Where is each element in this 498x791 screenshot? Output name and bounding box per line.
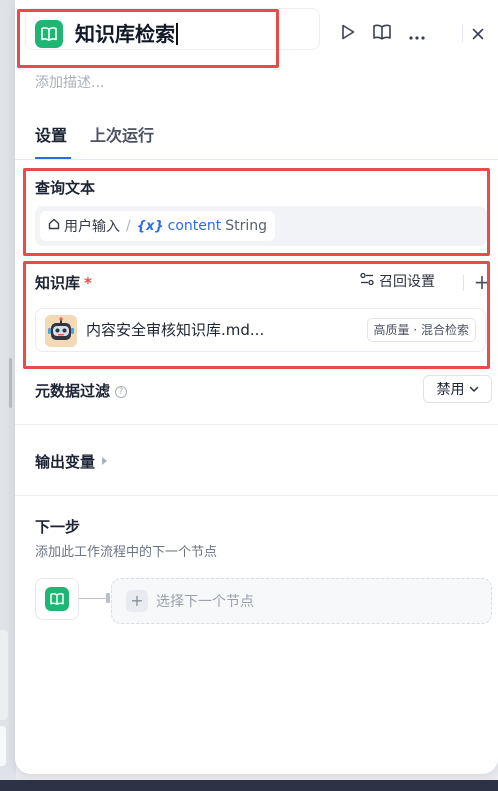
section-divider [15, 424, 498, 425]
robot-avatar-icon [45, 315, 77, 347]
add-knowledge-button[interactable]: + [471, 271, 493, 293]
query-text-label: 查询文本 [35, 179, 96, 197]
close-button[interactable] [467, 23, 489, 45]
node-connector [79, 598, 109, 599]
variable-icon: {x} [136, 218, 164, 234]
caret-right-icon [102, 457, 108, 465]
tab-settings[interactable]: 设置 [35, 124, 67, 148]
more-button[interactable] [406, 23, 428, 45]
output-variables-toggle[interactable]: 输出变量 [35, 451, 108, 472]
more-horizontal-icon [409, 25, 425, 44]
variable-chip[interactable]: 用户输入 / {x} content String [40, 211, 276, 241]
required-mark: * [84, 274, 92, 292]
recall-settings-label: 召回设置 [379, 274, 435, 290]
knowledge-item[interactable]: 内容安全审核知识库.md... 高质量 · 混合检索 [35, 308, 486, 352]
metadata-filter-select[interactable]: 禁用 [423, 375, 492, 403]
variable-name: content [167, 218, 222, 234]
play-icon [341, 24, 355, 44]
header-divider [462, 24, 463, 42]
chevron-down-icon [469, 381, 479, 397]
tab-last-run[interactable]: 上次运行 [90, 124, 154, 148]
knowledge-label: 知识库 * [35, 274, 92, 292]
variable-source: 用户输入 [64, 219, 120, 235]
home-icon [48, 218, 60, 234]
plus-icon: + [126, 590, 148, 612]
help-docs-button[interactable] [371, 23, 393, 45]
panel-resize-handle[interactable] [9, 358, 12, 408]
knowledge-name: 内容安全审核知识库.md... [86, 321, 265, 339]
connector-handle [106, 593, 110, 603]
book-open-icon [35, 20, 63, 48]
node-settings-panel: 知识库检索 添加描述... 设置 上次运行 查询文本 用户输入 / {x} co… [15, 0, 498, 774]
current-node-icon [35, 578, 79, 620]
section-divider [15, 495, 498, 496]
bottom-bar [0, 780, 498, 791]
settings-sliders-icon [360, 272, 374, 290]
recall-settings-button[interactable]: 召回设置 [360, 271, 435, 291]
variable-type: String [225, 218, 268, 234]
book-open-icon [45, 587, 69, 611]
book-icon [373, 24, 391, 44]
close-icon [472, 25, 484, 44]
next-step-label: 下一步 [35, 518, 81, 536]
retrieval-mode-badge: 高质量 · 混合检索 [366, 318, 476, 342]
select-next-node-label: 选择下一个节点 [156, 594, 254, 610]
help-icon[interactable]: ? [115, 386, 128, 398]
path-separator: / [126, 218, 131, 234]
metadata-filter-label: 元数据过滤? [35, 380, 128, 401]
run-button[interactable] [337, 23, 359, 45]
text-caret [176, 23, 178, 45]
description-input[interactable]: 添加描述... [35, 72, 104, 92]
tab-divider [15, 159, 498, 160]
next-step-description: 添加此工作流程中的下一个节点 [35, 545, 218, 560]
knowledge-actions-divider [463, 275, 464, 291]
node-title[interactable]: 知识库检索 [75, 20, 178, 48]
select-next-node-button[interactable]: + 选择下一个节点 [111, 578, 492, 624]
canvas-side-tab [0, 630, 8, 720]
canvas-side-tab-lower [0, 726, 6, 766]
query-variable-field[interactable]: 用户输入 / {x} content String [35, 206, 487, 246]
metadata-filter-value: 禁用 [436, 382, 465, 398]
